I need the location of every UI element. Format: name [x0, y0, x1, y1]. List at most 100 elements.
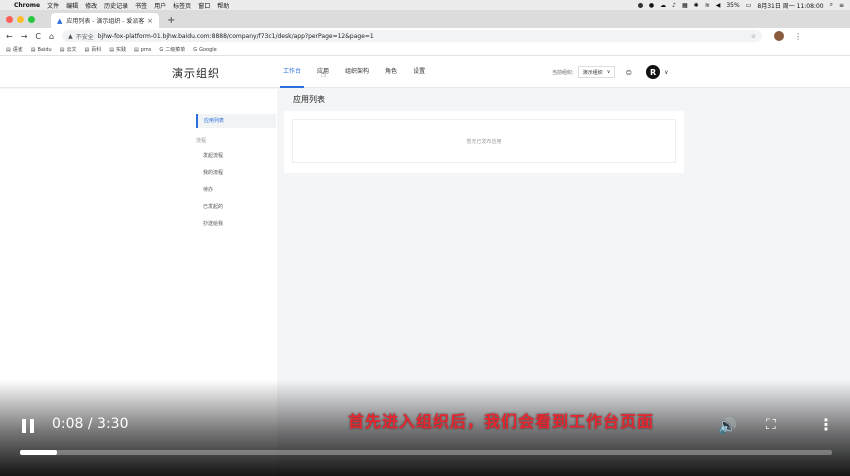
- folder-icon: ▤: [6, 47, 11, 53]
- insecure-label: 不安全: [75, 33, 94, 41]
- menu-tab[interactable]: 标签页: [173, 1, 191, 10]
- browser-toolbar: ← → C ⌂ ▲ 不安全 bjhw-fox-platform-01.bjhw.…: [0, 28, 850, 44]
- sidebar-item-app-list[interactable]: 应用列表: [196, 114, 276, 128]
- mac-menubar: Chrome 文件 编辑 修改 历史记录 书签 用户 标签页 窗口 帮助 ● ☁…: [0, 0, 850, 10]
- bookmark-item[interactable]: ▤ pms: [134, 47, 151, 53]
- video-progress-fill: [20, 450, 58, 455]
- menu-help[interactable]: 帮助: [217, 1, 229, 10]
- nav-settings[interactable]: 设置: [413, 56, 425, 88]
- sidebar-item-initiated[interactable]: 已发起的: [203, 203, 223, 210]
- folder-icon: ▤: [133, 46, 139, 53]
- google-icon: G: [193, 46, 198, 53]
- menu-people[interactable]: 用户: [154, 1, 166, 10]
- volume-button[interactable]: 🔊: [718, 417, 737, 435]
- battery-icon: ▭: [745, 1, 752, 9]
- menu-history[interactable]: 历史记录: [104, 1, 128, 10]
- clock[interactable]: 8月31日 周一 11:08:00: [757, 1, 823, 10]
- url-text[interactable]: bjhw-fox-platform-01.bjhw.baidu.com:8888…: [98, 33, 374, 40]
- bookmark-item[interactable]: ▤ 实践: [109, 46, 126, 53]
- video-progress-bar[interactable]: [20, 450, 832, 455]
- menu-window[interactable]: 窗口: [198, 1, 210, 10]
- mouse-cursor-icon: ☝: [321, 70, 327, 80]
- warning-icon[interactable]: ▲: [68, 33, 73, 40]
- app-menu[interactable]: Chrome: [14, 2, 40, 9]
- minimize-window-button[interactable]: [17, 15, 24, 23]
- home-icon[interactable]: ⌂: [49, 32, 54, 41]
- tab-title: 应用列表 - 演示组织 - 爱派客: [66, 18, 145, 25]
- header-right: 当前组织: 演示组织 ∨ ⊜ R ∨: [552, 56, 668, 88]
- menu-view[interactable]: 修改: [85, 1, 97, 10]
- forward-icon[interactable]: →: [21, 32, 28, 41]
- menu-edit[interactable]: 编辑: [66, 1, 78, 10]
- bookmark-item[interactable]: ▤ 百科: [84, 46, 101, 53]
- org-select[interactable]: 演示组织 ∨: [577, 66, 616, 78]
- sidebar-item-cc-me[interactable]: 抄送给我: [203, 220, 223, 227]
- grid-icon[interactable]: ▦: [682, 2, 688, 9]
- user-avatar[interactable]: R: [646, 65, 661, 79]
- reload-icon[interactable]: C: [35, 32, 41, 41]
- wechat-icon[interactable]: ●: [649, 2, 654, 9]
- control-center-icon[interactable]: ≡: [839, 2, 844, 9]
- bookmark-item[interactable]: G Google: [193, 47, 217, 53]
- sidebar-item-start-process[interactable]: 发起流程: [203, 152, 223, 159]
- status-area: ● ☁ ♪ ▦ ✱ ≋ ◀ 35% ▭ 8月31日 周一 11:08:00 ⌕ …: [632, 1, 844, 10]
- pause-button[interactable]: [22, 419, 36, 433]
- empty-state-text: 暂无已发布应用: [466, 138, 502, 145]
- more-options-button[interactable]: ⋮: [818, 415, 834, 434]
- folder-icon: ▤: [84, 47, 90, 53]
- profile-avatar[interactable]: [774, 31, 785, 41]
- wifi-icon[interactable]: ≋: [705, 2, 710, 9]
- browser-tabbar: ▲ 应用列表 - 演示组织 - 爱派客 × +: [0, 10, 850, 28]
- pause-icon: [22, 419, 26, 433]
- folder-icon: ▤: [30, 46, 36, 53]
- google-icon: G: [159, 47, 164, 53]
- nav-workbench[interactable]: 工作台: [279, 56, 305, 88]
- org-select-value: 演示组织: [582, 69, 603, 76]
- record-icon[interactable]: [637, 2, 643, 8]
- new-tab-button[interactable]: +: [167, 13, 175, 28]
- language-icon[interactable]: ⊜: [625, 68, 632, 77]
- back-icon[interactable]: ←: [6, 32, 13, 41]
- chevron-down-icon[interactable]: ∨: [664, 69, 668, 76]
- app-header: 演示组织 工作台 应用 组织架构 角色 设置 ☝ 当前组织: 演示组织 ∨ ⊜ …: [0, 56, 850, 88]
- window-controls: [6, 10, 39, 28]
- bookmark-item[interactable]: ▤ 语雀: [6, 46, 23, 53]
- menu-file[interactable]: 文件: [47, 1, 59, 10]
- bookmark-item[interactable]: G 二级菜单: [159, 46, 185, 53]
- spotlight-icon[interactable]: ⌕: [830, 1, 833, 9]
- main-nav: 工作台 应用 组织架构 角色 设置: [279, 56, 441, 88]
- address-bar[interactable]: ▲ 不安全 bjhw-fox-platform-01.bjhw.baidu.co…: [62, 30, 763, 42]
- browser-tab[interactable]: ▲ 应用列表 - 演示组织 - 爱派客 ×: [51, 13, 159, 28]
- battery-percent[interactable]: 35%: [726, 2, 739, 9]
- bluetooth-icon[interactable]: ✱: [694, 2, 699, 9]
- close-window-button[interactable]: [6, 15, 13, 23]
- nav-roles[interactable]: 角色: [385, 56, 397, 88]
- fullscreen-button[interactable]: ⛶: [766, 417, 776, 433]
- bookmark-star-icon[interactable]: ☆: [751, 33, 756, 40]
- folder-icon: ▤: [109, 47, 114, 53]
- sidebar-item-todo[interactable]: 待办: [203, 186, 213, 193]
- sidebar-item-my-process[interactable]: 我的流程: [203, 169, 223, 176]
- app-list-card: 暂无已发布应用: [284, 111, 684, 173]
- close-tab-icon[interactable]: ×: [147, 17, 153, 25]
- org-title: 演示组织: [172, 67, 220, 80]
- bell-icon[interactable]: ♪: [672, 2, 676, 9]
- video-time: 0:08 / 3:30: [52, 416, 129, 432]
- page-title: 应用列表: [293, 95, 325, 104]
- bookmarks-bar: ▤ 语雀 ▤ Baidu ▤ 云文 ▤ 百科 ▤ 实践 ▤ pms G 二级菜单 G Googl…: [0, 44, 850, 56]
- menu-bookmarks[interactable]: 书签: [135, 1, 147, 10]
- bookmark-item[interactable]: ▤ 云文: [60, 46, 77, 53]
- current-org-label: 当前组织:: [552, 69, 574, 76]
- browser-menu-icon[interactable]: ⋮: [794, 32, 802, 41]
- folder-icon: ▤: [59, 47, 65, 53]
- pause-icon: [30, 419, 34, 433]
- chevron-down-icon: ∨: [606, 69, 611, 75]
- bookmark-item[interactable]: ▤ Baidu: [31, 47, 52, 53]
- nav-org-structure[interactable]: 组织架构: [345, 56, 369, 88]
- maximize-window-button[interactable]: [28, 15, 35, 23]
- favicon-icon: ▲: [57, 16, 63, 25]
- sidebar-group-label: 流程: [196, 138, 207, 144]
- volume-icon[interactable]: ◀: [716, 2, 721, 9]
- cloud-icon[interactable]: ☁: [660, 2, 666, 9]
- video-subtitle: 首先进入组织后，我们会看到工作台页面: [348, 412, 655, 431]
